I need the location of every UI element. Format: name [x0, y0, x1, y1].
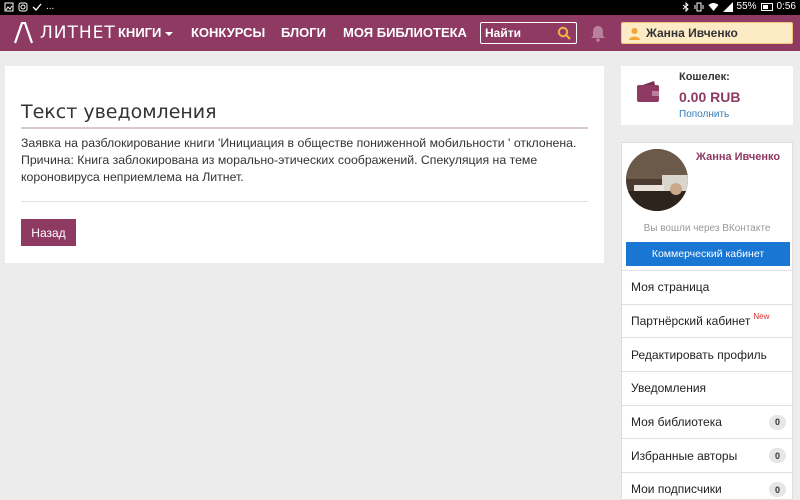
user-card-name[interactable]: Жанна Ивченко — [696, 151, 780, 163]
chevron-down-icon — [165, 31, 174, 36]
user-menu-name: Жанна Ивченко — [646, 26, 738, 40]
wallet-icon — [637, 81, 659, 102]
wallet-panel: Кошелек: 0.00 RUB Пополнить — [621, 66, 793, 125]
title-divider — [21, 127, 588, 129]
nav-my-library-label: МОЯ БИБЛИОТЕКА — [343, 25, 467, 40]
bluetooth-icon — [682, 1, 689, 12]
menu-my-library[interactable]: Моя библиотека 0 — [622, 404, 792, 439]
nav-books-label: КНИГИ — [118, 25, 162, 40]
wifi-icon — [708, 2, 719, 11]
notification-panel: Текст уведомления Заявка на разблокирова… — [5, 66, 604, 263]
user-icon — [629, 27, 640, 40]
logo-text: ЛИТНЕТ — [40, 23, 116, 43]
page-title: Текст уведомления — [21, 101, 217, 123]
menu-my-page[interactable]: Моя страница — [622, 270, 792, 304]
menu-notifications-label: Уведомления — [631, 381, 707, 396]
site-logo[interactable]: ЛИТНЕТ — [12, 22, 116, 44]
menu-notifications[interactable]: Уведомления — [622, 371, 792, 405]
battery-icon — [760, 2, 773, 11]
nav-contests-label: КОНКУРСЫ — [191, 25, 266, 40]
wallet-amount: 0.00 RUB — [679, 89, 741, 105]
instagram-icon — [18, 2, 28, 11]
nav-my-library[interactable]: МОЯ БИБЛИОТЕКА — [343, 25, 467, 40]
status-system-icons: 55% 0:56 — [682, 1, 796, 12]
nav-contests[interactable]: КОНКУРСЫ — [191, 25, 265, 40]
content-divider — [21, 201, 588, 202]
top-navbar: ЛИТНЕТ КНИГИ КОНКУРСЫ БЛОГИ МОЯ БИБЛИОТЕ… — [0, 15, 800, 51]
menu-partner-cabinet[interactable]: Партнёрский кабинет New — [622, 303, 792, 338]
signal-icon — [722, 1, 733, 12]
menu-favorite-authors[interactable]: Избранные авторы 0 — [622, 438, 792, 472]
status-ellipsis: ... — [46, 1, 55, 12]
menu-partner-cabinet-label: Партнёрский кабинет — [631, 314, 751, 329]
back-button[interactable]: Назад — [21, 219, 76, 246]
count-badge: 0 — [769, 414, 786, 430]
menu-edit-profile-label: Редактировать профиль — [631, 347, 767, 362]
new-tag: New — [753, 311, 770, 321]
wallet-label: Кошелек: — [679, 71, 730, 83]
nav-blogs-label: БЛОГИ — [281, 25, 326, 40]
notification-text: Заявка на разблокирование книги 'Инициац… — [21, 136, 577, 184]
menu-my-page-label: Моя страница — [631, 280, 710, 295]
menu-my-library-label: Моя библиотека — [631, 415, 722, 430]
user-card: Жанна Ивченко Вы вошли через ВКонтакте К… — [621, 142, 793, 500]
count-badge: 0 — [769, 482, 786, 498]
wallet-topup-link[interactable]: Пополнить — [679, 109, 729, 120]
search-input[interactable] — [481, 23, 555, 43]
count-badge: 0 — [769, 448, 786, 464]
avatar-image — [626, 149, 688, 211]
nav-blogs[interactable]: БЛОГИ — [281, 25, 326, 40]
search-box — [480, 22, 577, 44]
menu-my-subscribers[interactable]: Мои подписчики 0 — [622, 472, 792, 500]
menu-favorite-authors-label: Избранные авторы — [631, 448, 738, 463]
search-icon[interactable] — [557, 26, 571, 40]
check-icon — [32, 3, 42, 11]
vk-login-note: Вы вошли через ВКонтакте — [643, 223, 771, 234]
menu-my-subscribers-label: Мои подписчики — [631, 482, 722, 497]
commerce-cabinet-button[interactable]: Коммерческий кабинет — [626, 242, 790, 266]
image-icon — [4, 2, 14, 11]
logo-mark-icon — [13, 22, 34, 44]
vibrate-icon — [694, 2, 704, 11]
user-menu: Моя страница Партнёрский кабинет New Ред… — [622, 270, 792, 500]
bell-icon[interactable] — [590, 25, 606, 42]
clock: 0:56 — [776, 1, 796, 12]
avatar[interactable] — [626, 149, 688, 211]
nav-books[interactable]: КНИГИ — [118, 25, 174, 40]
menu-edit-profile[interactable]: Редактировать профиль — [622, 337, 792, 371]
user-menu-button[interactable]: Жанна Ивченко — [621, 22, 793, 44]
system-status-bar: ... 55% 0:56 — [0, 0, 800, 15]
battery-percent: 55% — [736, 1, 757, 12]
status-notifications: ... — [4, 1, 54, 12]
